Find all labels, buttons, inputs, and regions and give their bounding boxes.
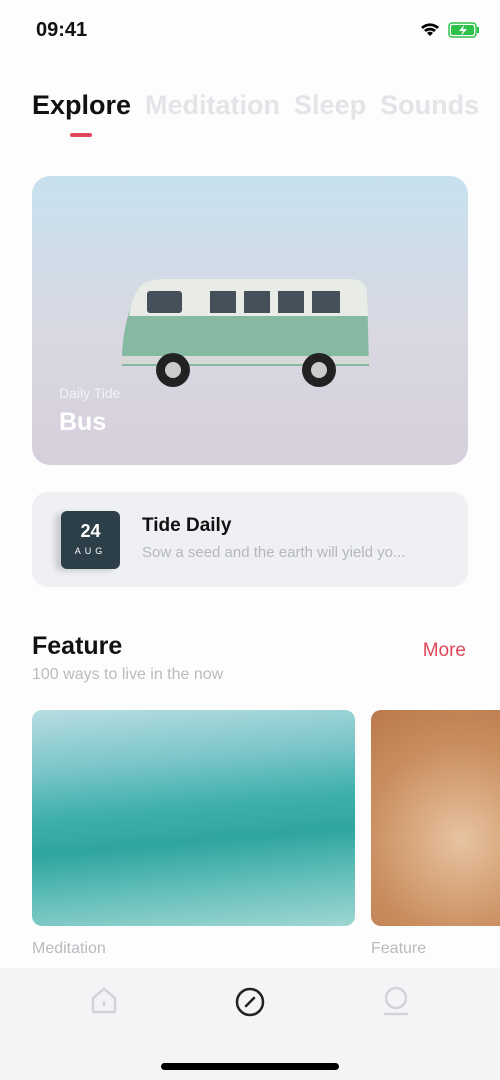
hero-card[interactable]: Daily Tide Bus [32, 176, 468, 465]
tab-explore[interactable]: Explore [32, 90, 131, 120]
feature-card-label: Meditation [32, 940, 106, 957]
home-indicator [161, 1063, 339, 1070]
daily-title: Tide Daily [142, 515, 232, 536]
status-bar: 09:41 [0, 0, 500, 60]
feature-subtitle: 100 ways to live in the now [32, 666, 224, 683]
compass-icon[interactable] [234, 986, 266, 1018]
profile-icon[interactable] [382, 986, 410, 1016]
status-time: 09:41 [36, 19, 88, 41]
feature-card-label: Feature [371, 940, 427, 957]
wifi-icon [421, 23, 439, 36]
tab-sounds[interactable]: Sounds [380, 90, 479, 120]
hero-title: Bus [59, 408, 107, 436]
feature-card-meditation[interactable] [32, 710, 355, 926]
bus-image [117, 279, 372, 387]
tide-daily-card[interactable]: 24 AUG Tide Daily Sow a seed and the ear… [32, 492, 468, 587]
daily-quote: Sow a seed and the earth will yield yo..… [142, 544, 406, 561]
hero-subtitle: Daily Tide [59, 385, 121, 401]
more-link[interactable]: More [423, 640, 466, 662]
tab-sleep[interactable]: Sleep [294, 90, 366, 120]
calendar-month: AUG [74, 546, 107, 556]
calendar-date-icon: 24 AUG [61, 511, 120, 569]
calendar-day: 24 [80, 521, 101, 541]
category-tabs: Explore Meditation Sleep Sounds [32, 90, 500, 121]
feature-title: Feature [32, 632, 123, 660]
feature-card-feature[interactable] [371, 710, 500, 926]
tab-meditation[interactable]: Meditation [145, 90, 280, 120]
active-tab-indicator [70, 133, 92, 137]
battery-charging-icon [448, 22, 479, 38]
home-icon[interactable] [90, 986, 118, 1016]
